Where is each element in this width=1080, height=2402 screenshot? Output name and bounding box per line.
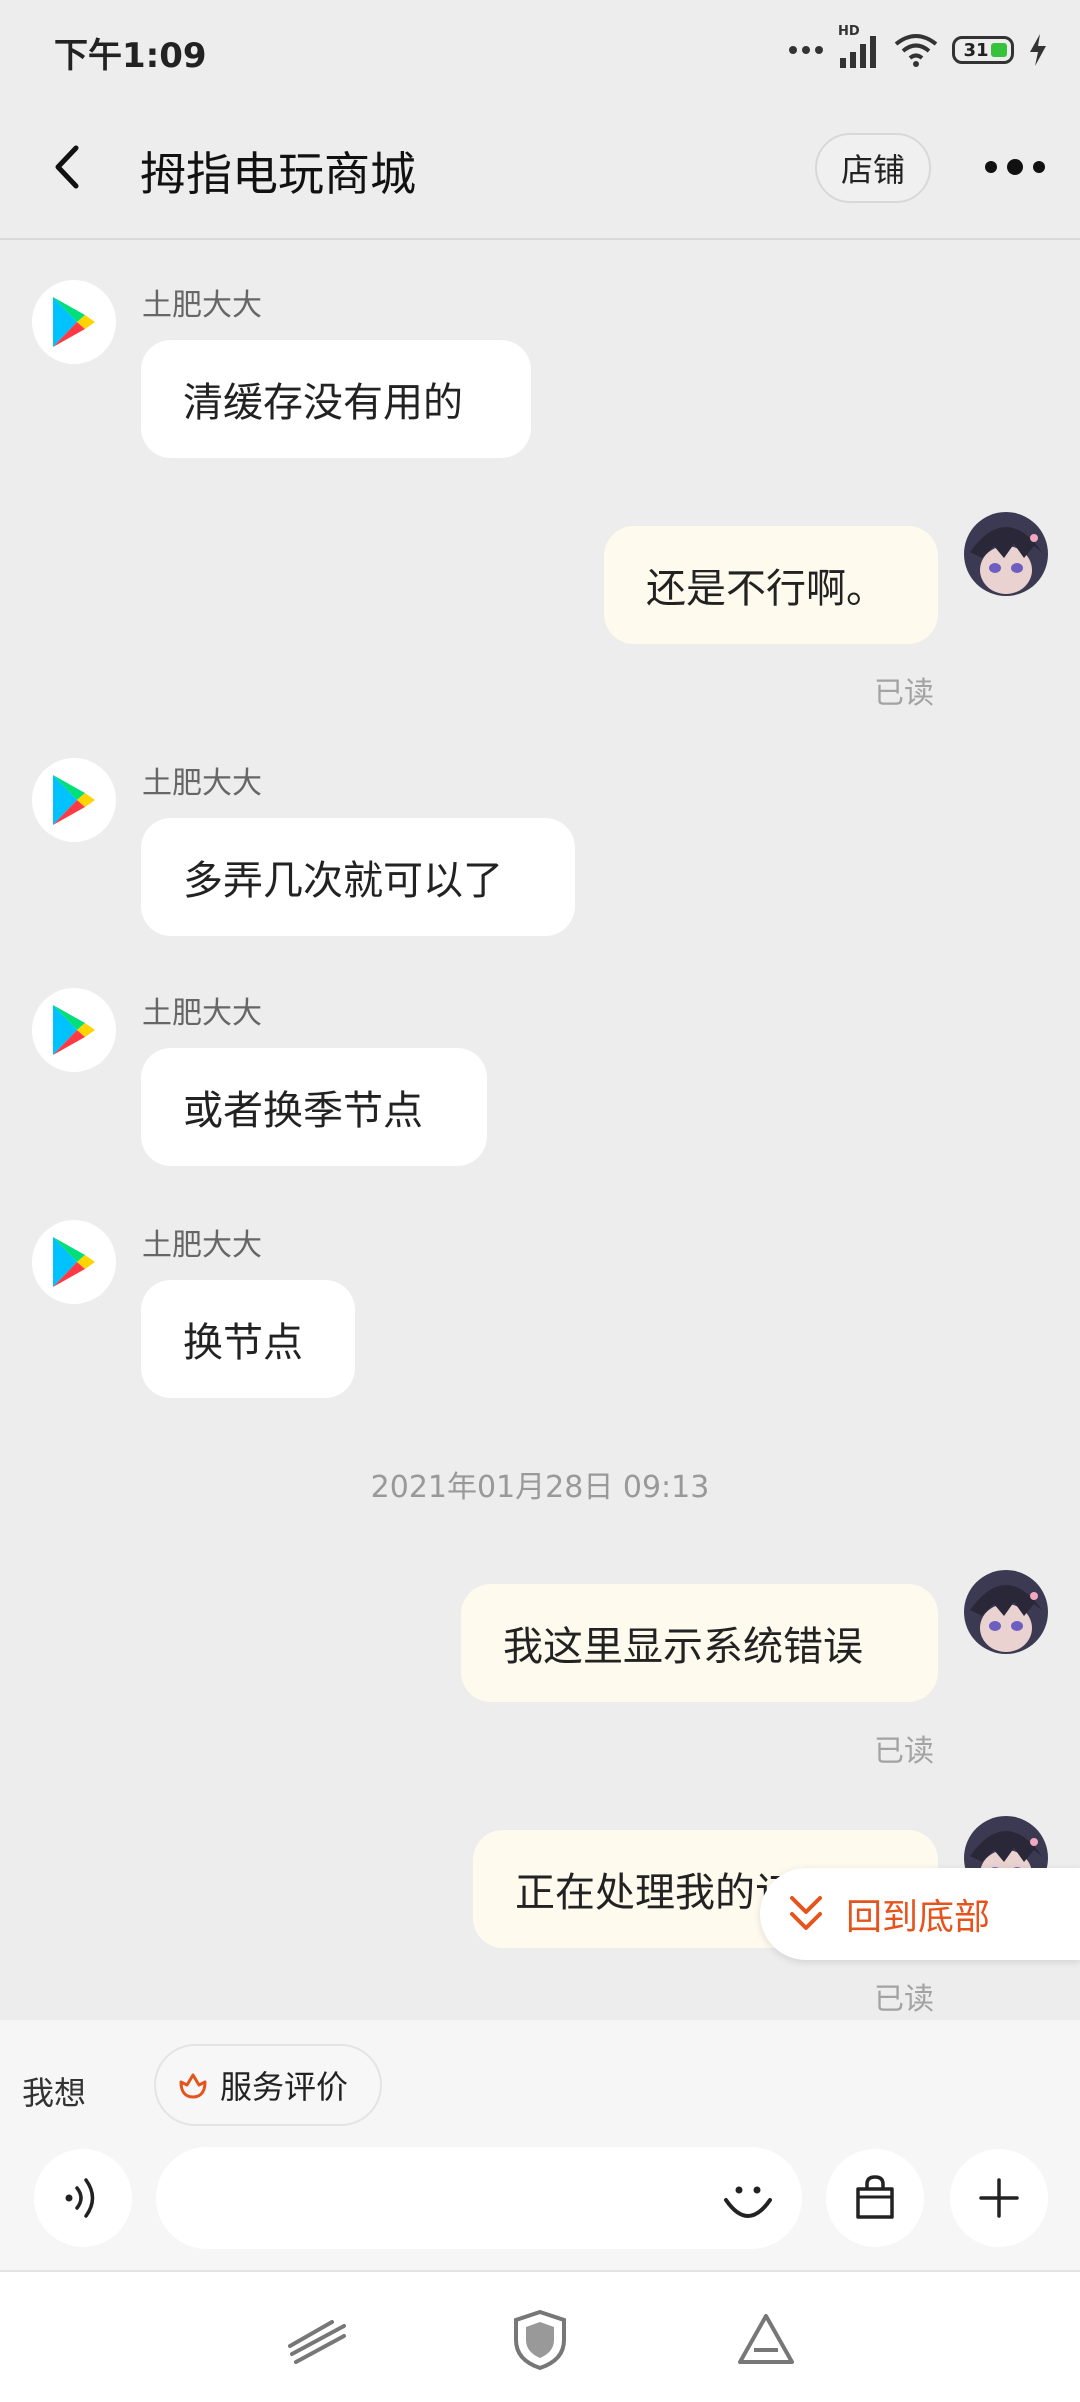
chip-label: 服务评价 bbox=[220, 2068, 349, 2106]
shop-avatar[interactable] bbox=[32, 988, 116, 1072]
user-avatar[interactable] bbox=[964, 1570, 1048, 1654]
sender-name: 土肥大大 bbox=[142, 1228, 262, 1263]
voice-button[interactable] bbox=[34, 2149, 132, 2247]
signal-icon: HD bbox=[838, 24, 880, 70]
read-status: 已读 bbox=[874, 676, 934, 711]
message-bubble[interactable]: 还是不行啊。 bbox=[604, 526, 938, 644]
sender-name: 土肥大大 bbox=[142, 766, 262, 801]
service-rating-chip[interactable]: 服务评价 bbox=[154, 2044, 382, 2126]
status-bar: 下午1:09 HD 31 bbox=[0, 0, 1080, 100]
shop-button[interactable]: 店铺 bbox=[815, 133, 931, 203]
play-store-icon bbox=[53, 775, 95, 825]
more-actions-button[interactable] bbox=[950, 2149, 1048, 2247]
status-time: 下午1:09 bbox=[54, 36, 207, 76]
double-chevron-down-icon bbox=[790, 1896, 822, 1930]
back-to-bottom-label: 回到底部 bbox=[846, 1897, 991, 1938]
battery-icon: 31 bbox=[952, 36, 1014, 64]
message-bubble[interactable]: 或者换季节点 bbox=[141, 1048, 487, 1166]
message-bubble[interactable]: 我这里显示系统错误 bbox=[461, 1584, 938, 1702]
network-label: HD bbox=[838, 24, 860, 39]
wifi-icon bbox=[894, 34, 938, 67]
voice-icon bbox=[65, 2178, 95, 2218]
flower-icon bbox=[179, 2073, 207, 2099]
message-bubble[interactable]: 多弄几次就可以了 bbox=[141, 818, 575, 936]
message-bubble[interactable]: 清缓存没有用的 bbox=[141, 340, 531, 458]
status-icons: HD 31 bbox=[788, 24, 1048, 72]
shopping-bag-icon bbox=[856, 2175, 894, 2219]
chat-header: 拇指电玩商城 店铺 bbox=[0, 100, 1080, 240]
play-store-icon bbox=[53, 1005, 95, 1055]
more-options-icon[interactable] bbox=[985, 152, 1045, 182]
back-to-bottom-button[interactable]: 回到底部 bbox=[760, 1868, 1080, 1960]
nav-shield-icon[interactable] bbox=[508, 2308, 572, 2372]
chat-timestamp: 2021年01月28日 09:13 bbox=[370, 1470, 710, 1505]
message-input[interactable] bbox=[156, 2147, 802, 2249]
shop-avatar[interactable] bbox=[32, 1220, 116, 1304]
system-nav-bar bbox=[0, 2270, 1080, 2402]
page-title: 拇指电玩商城 bbox=[140, 147, 416, 201]
charging-icon bbox=[1030, 34, 1046, 66]
shop-avatar[interactable] bbox=[32, 758, 116, 842]
battery-level: 31 bbox=[963, 39, 989, 61]
more-dots-icon bbox=[789, 46, 823, 54]
play-store-icon bbox=[53, 297, 95, 347]
suggestion-label: 我想 bbox=[22, 2074, 87, 2112]
back-arrow-icon[interactable] bbox=[44, 142, 94, 192]
shopping-bag-button[interactable] bbox=[826, 2149, 924, 2247]
emoji-icon[interactable] bbox=[718, 2170, 778, 2230]
read-status: 已读 bbox=[874, 1982, 934, 2017]
sender-name: 土肥大大 bbox=[142, 288, 262, 323]
plus-icon bbox=[979, 2178, 1019, 2218]
read-status: 已读 bbox=[874, 1734, 934, 1769]
nav-slash-icon[interactable] bbox=[286, 2312, 350, 2368]
message-bubble[interactable]: 换节点 bbox=[141, 1280, 355, 1398]
shop-avatar[interactable] bbox=[32, 280, 116, 364]
play-store-icon bbox=[53, 1237, 95, 1287]
sender-name: 土肥大大 bbox=[142, 996, 262, 1031]
user-avatar[interactable] bbox=[964, 512, 1048, 596]
nav-triangle-icon[interactable] bbox=[736, 2312, 796, 2368]
